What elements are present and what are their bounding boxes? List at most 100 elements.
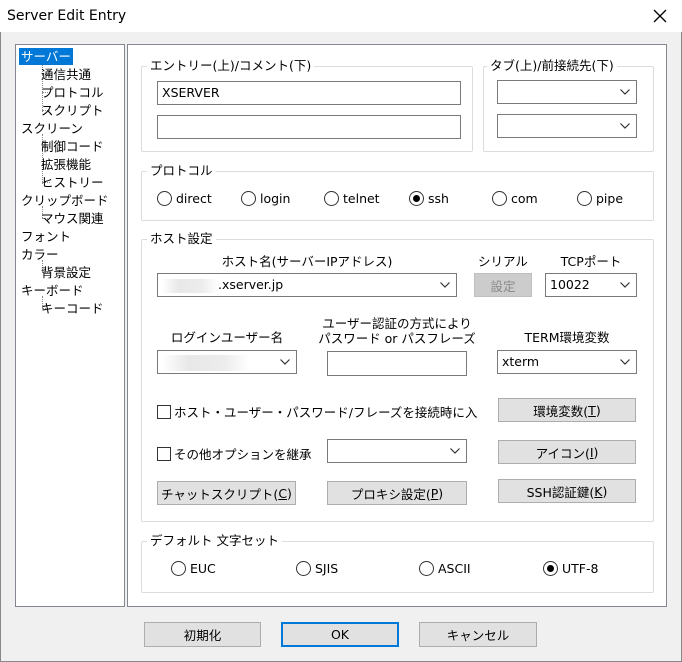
input-on-connect-checkbox[interactable]: ホスト・ユーザー・パスワード/フレーズを接続時に入力 [157, 402, 477, 421]
tab-group-label: タブ(上)/前接続先(下) [487, 59, 617, 73]
charset-radio-sjis[interactable]: SJIS [296, 561, 338, 576]
charset-radio-euc[interactable]: EUC [171, 561, 216, 576]
tab-select[interactable] [497, 80, 637, 104]
chevron-down-icon [450, 448, 460, 454]
tcp-port-label: TCPポート [560, 254, 622, 269]
radio-icon [577, 191, 592, 206]
radio-icon [419, 561, 434, 576]
accelerator-key: P [430, 485, 439, 501]
accelerator-key: K [594, 483, 603, 499]
protocol-radio-com[interactable]: com [492, 191, 538, 206]
charset-option-label: UTF-8 [562, 561, 599, 576]
term-env-select[interactable]: xterm [497, 350, 637, 374]
tree-item-background[interactable]: 背景設定 [41, 264, 91, 281]
proxy-settings-button[interactable]: プロキシ設定(P) [327, 481, 467, 505]
radio-icon [171, 561, 186, 576]
hostname-select[interactable]: .xserver.jp [157, 273, 457, 297]
ssh-key-button[interactable]: SSH認証鍵(K) [498, 479, 636, 503]
tree-item-font[interactable]: フォント [21, 228, 71, 245]
tree-item-protocol[interactable]: プロトコル [41, 84, 104, 101]
protocol-radio-pipe[interactable]: pipe [577, 191, 623, 206]
icon-button[interactable]: アイコン(I) [498, 440, 636, 464]
tree-item-screen[interactable]: スクリーン [21, 120, 83, 137]
accelerator-key: C [278, 485, 288, 501]
chevron-down-icon [440, 282, 450, 288]
entry-group-label: エントリー(上)/コメント(下) [147, 59, 315, 73]
protocol-option-label: ssh [428, 191, 449, 206]
tree-item-mouse[interactable]: マウス関連 [41, 210, 104, 227]
tree-item-script[interactable]: スクリプト [41, 102, 104, 119]
radio-icon [492, 191, 507, 206]
tree-item-clipboard[interactable]: クリップボード [21, 192, 109, 209]
serial-settings-button[interactable]: 設定 [474, 273, 532, 297]
redacted-username [162, 354, 250, 371]
chat-script-button[interactable]: チャットスクリプト(C) [157, 481, 296, 505]
tree-item-color[interactable]: カラー [21, 246, 59, 263]
tcp-port-value: 10022 [550, 277, 590, 292]
radio-icon [324, 191, 339, 206]
button-text: ) [602, 483, 608, 499]
chevron-down-icon [620, 89, 630, 95]
button-text: 環境変数( [533, 403, 589, 419]
protocol-radio-ssh[interactable]: ssh [409, 191, 449, 206]
initialize-button[interactable]: 初期化 [144, 622, 261, 647]
hostname-value: .xserver.jp [218, 277, 284, 292]
tree-item-comm-common[interactable]: 通信共通 [41, 66, 91, 83]
charset-group-label: デフォルト 文字セット [147, 534, 282, 548]
entry-group [141, 66, 473, 152]
chevron-down-icon [620, 359, 630, 365]
charset-option-label: ASCII [438, 561, 471, 576]
checkbox-icon [157, 404, 171, 419]
charset-radio-utf8[interactable]: UTF-8 [543, 561, 598, 576]
close-icon [653, 9, 667, 23]
chevron-down-icon [620, 282, 630, 288]
protocol-option-label: direct [176, 191, 212, 206]
ok-button[interactable]: OK [281, 622, 399, 647]
auth-label-line2: パスワード or パスフレーズ [318, 331, 476, 346]
tree-item-extensions[interactable]: 拡張機能 [41, 156, 91, 173]
comment-input[interactable] [157, 115, 461, 139]
host-settings-group-label: ホスト設定 [147, 232, 216, 246]
charset-radio-ascii[interactable]: ASCII [419, 561, 471, 576]
env-vars-button[interactable]: 環境変数(T) [498, 398, 636, 422]
password-input[interactable] [327, 351, 467, 376]
protocol-radio-telnet[interactable]: telnet [324, 191, 380, 206]
protocol-option-label: pipe [596, 191, 624, 206]
tree-item-server[interactable]: サーバー [19, 48, 73, 65]
charset-option-label: SJIS [315, 561, 339, 576]
entry-name-input[interactable]: XSERVER [157, 81, 461, 105]
protocol-option-label: com [511, 191, 538, 206]
login-user-label: ログインユーザー名 [170, 330, 284, 345]
tree-item-keycode[interactable]: キーコード [41, 300, 104, 317]
prev-connection-select[interactable] [497, 114, 637, 138]
chevron-down-icon [280, 359, 290, 365]
window-title: Server Edit Entry [7, 8, 127, 24]
chevron-down-icon [620, 123, 630, 129]
term-env-label: TERM環境変数 [524, 330, 610, 345]
inherit-options-label: その他オプションを継承 [174, 447, 312, 462]
tree-item-control-code[interactable]: 制御コード [41, 138, 104, 155]
radio-icon [296, 561, 311, 576]
charset-option-label: EUC [190, 561, 216, 576]
redacted-hostname-prefix [162, 278, 218, 293]
inherit-options-checkbox[interactable]: その他オプションを継承 [157, 444, 312, 463]
inherit-options-select[interactable] [327, 439, 467, 463]
radio-icon [157, 191, 172, 206]
login-user-select[interactable] [157, 350, 297, 374]
button-text: プロキシ設定( [350, 486, 431, 502]
tcp-port-select[interactable]: 10022 [545, 273, 637, 297]
close-button[interactable] [644, 0, 676, 32]
button-text: ) [287, 485, 292, 501]
tree-item-history[interactable]: ヒストリー [41, 174, 104, 191]
serial-label: シリアル [478, 254, 528, 269]
protocol-radio-direct[interactable]: direct [157, 191, 212, 206]
protocol-radio-login[interactable]: login [241, 191, 290, 206]
hostname-label: ホスト名(サーバーIPアドレス) [221, 254, 393, 269]
term-env-value: xterm [502, 354, 540, 369]
tree-item-keyboard[interactable]: キーボード [21, 282, 84, 299]
category-tree[interactable]: サーバー 通信共通 プロトコル スクリプト スクリーン 制御コード 拡張機能 ヒ… [15, 44, 125, 607]
accelerator-key: T [588, 402, 596, 418]
button-text: アイコン( [535, 445, 590, 461]
cancel-button[interactable]: キャンセル [419, 622, 537, 647]
radio-selected-icon [409, 191, 424, 206]
